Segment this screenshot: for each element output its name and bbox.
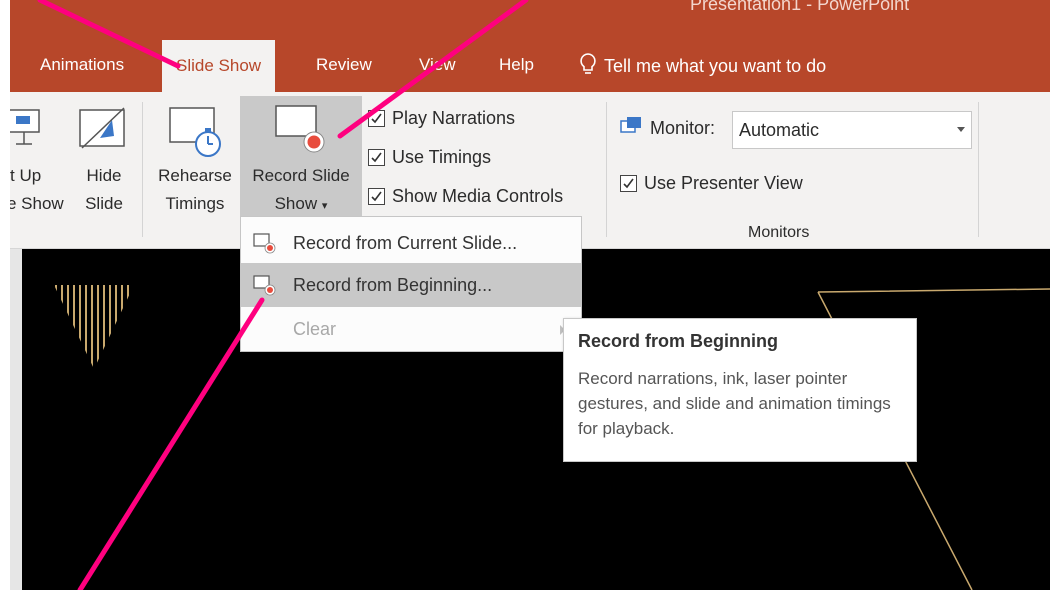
record-icon [253, 275, 277, 302]
window-edge [0, 0, 10, 590]
monitor-row: Monitor: [620, 116, 715, 141]
tooltip-body: Record narrations, ink, laser pointer ge… [578, 369, 891, 438]
monitor-label: Monitor: [650, 118, 716, 138]
checkmark-icon [368, 188, 385, 205]
setup-line2: e Show [7, 194, 64, 213]
chevron-down-icon: ▾ [321, 200, 328, 212]
record-line1: Record Slide [252, 166, 350, 185]
use-presenter-view-checkbox[interactable]: Use Presenter View [620, 173, 803, 194]
ribbon-separator [978, 102, 979, 237]
setup-slideshow-button[interactable]: t Up e Show [7, 162, 64, 218]
hide-slide-icon [78, 106, 130, 157]
tab-view[interactable]: View [419, 55, 456, 75]
striped-triangle-decoration [55, 285, 129, 369]
setup-slideshow-icon [8, 108, 48, 165]
play-narrations-checkbox[interactable]: Play Narrations [368, 108, 515, 129]
tab-review[interactable]: Review [316, 55, 372, 75]
menu-item-record-beginning[interactable]: Record from Beginning... [241, 263, 581, 307]
rehearse-timings-button[interactable]: Rehearse Timings [152, 162, 238, 218]
tab-help[interactable]: Help [499, 55, 534, 75]
rehearse-line2: Timings [165, 194, 225, 213]
stopwatch-icon [168, 106, 226, 165]
hide-slide-button[interactable]: Hide Slide [80, 162, 128, 218]
monitor-select-value: Automatic [739, 120, 820, 140]
tell-me-label: Tell me what you want to do [604, 56, 827, 76]
menu-item-record-current[interactable]: Record from Current Slide... [241, 221, 581, 265]
monitor-icon [620, 116, 644, 141]
rehearse-line1: Rehearse [158, 166, 232, 185]
monitor-select[interactable]: Automatic [732, 111, 972, 149]
use-presenter-view-label: Use Presenter View [644, 173, 803, 193]
menu-item-label: Record from Current Slide... [293, 232, 518, 253]
monitors-group-label: Monitors [748, 224, 810, 241]
ribbon-separator [142, 102, 143, 237]
show-media-controls-label: Show Media Controls [392, 186, 564, 206]
menu-item-clear[interactable]: Clear [241, 307, 581, 351]
record-icon [253, 233, 277, 260]
record-dropdown-menu: Record from Current Slide... Record from… [240, 216, 582, 352]
ribbon-separator [606, 102, 607, 237]
hide-line2: Slide [85, 194, 123, 213]
tell-me-search[interactable]: Tell me what you want to do [578, 52, 826, 81]
tab-animations[interactable]: Animations [40, 55, 124, 75]
window-title: Presentation1 - PowerPoint [690, 0, 910, 14]
menu-item-label: Clear [293, 318, 337, 339]
chevron-down-icon [957, 127, 965, 132]
tab-slide-show[interactable]: Slide Show [162, 40, 276, 92]
menu-item-label: Record from Beginning... [293, 274, 493, 295]
checkmark-icon [368, 149, 385, 166]
setup-line1: t Up [10, 166, 42, 185]
record-slide-label: Record Slide Show ▾ [240, 162, 362, 220]
tooltip: Record from Beginning Record narrations,… [563, 318, 917, 462]
play-narrations-label: Play Narrations [392, 108, 516, 128]
use-timings-label: Use Timings [392, 147, 492, 167]
checkmark-icon [620, 175, 637, 192]
record-line2-text: Show [274, 194, 318, 213]
hide-line1: Hide [86, 166, 122, 185]
tooltip-title: Record from Beginning [578, 331, 779, 351]
record-slide-icon [272, 104, 334, 165]
checkmark-icon [368, 110, 385, 127]
show-media-controls-checkbox[interactable]: Show Media Controls [368, 186, 563, 207]
use-timings-checkbox[interactable]: Use Timings [368, 147, 491, 168]
lightbulb-icon [578, 52, 598, 81]
